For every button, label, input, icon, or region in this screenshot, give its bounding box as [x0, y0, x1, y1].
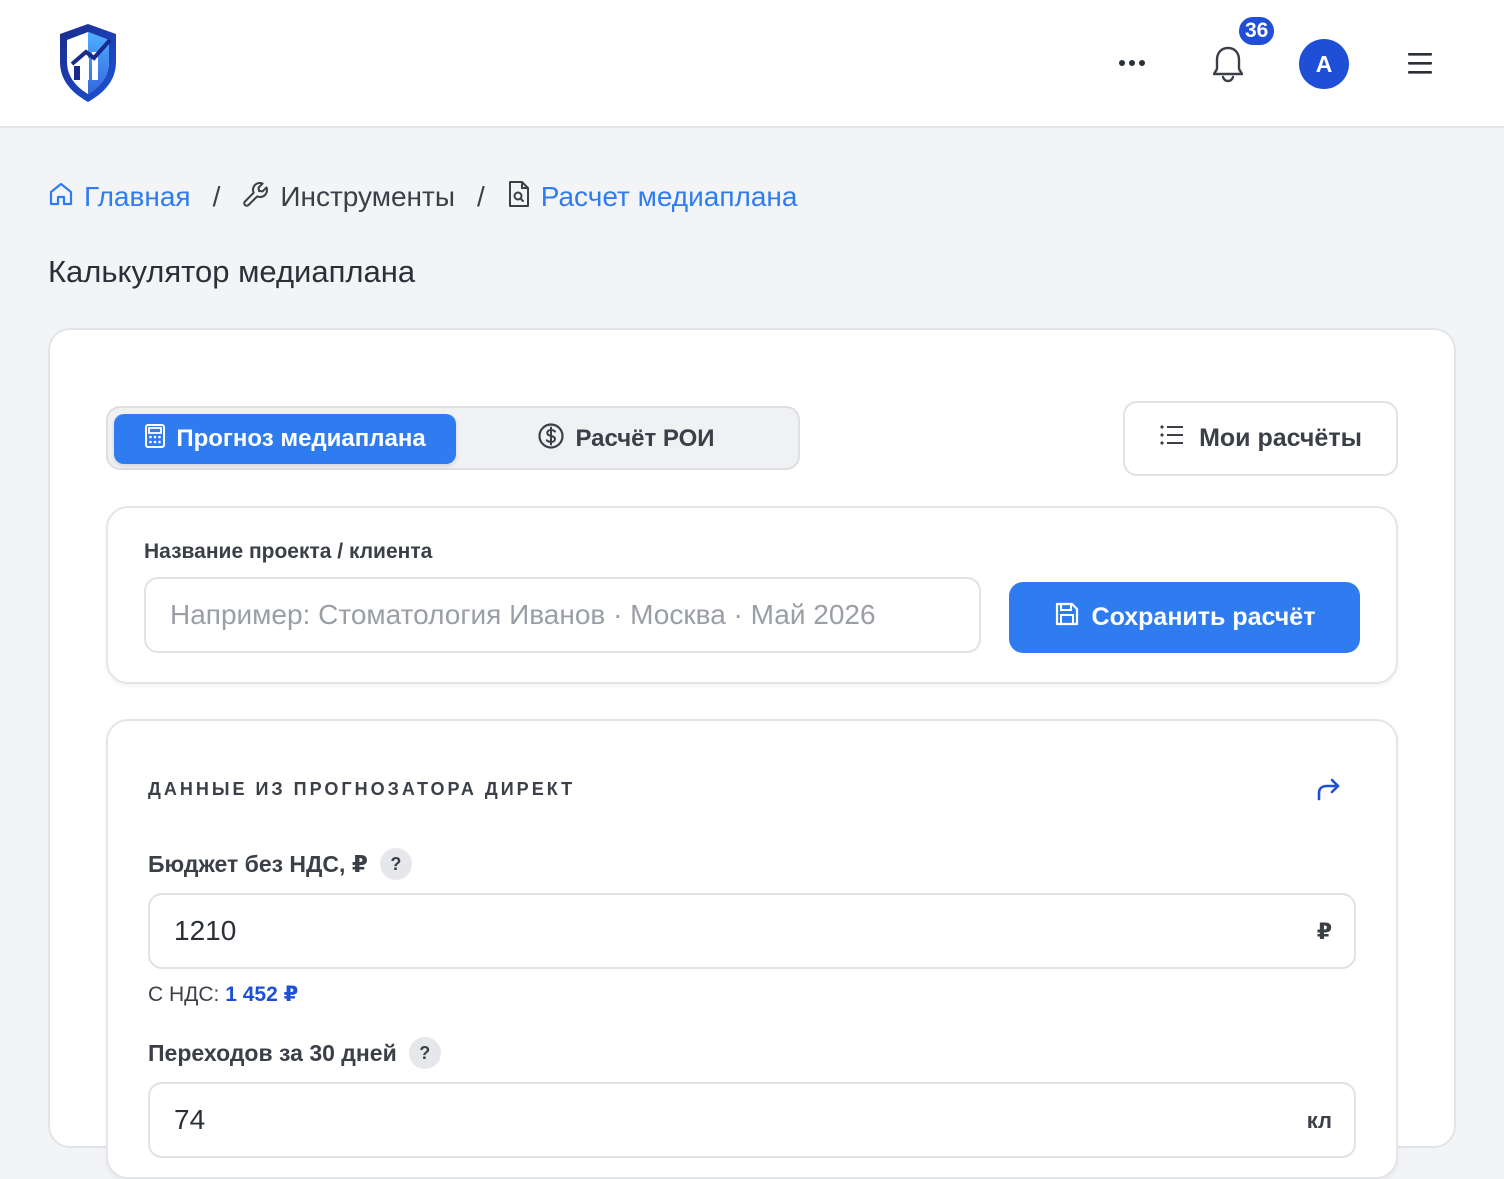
help-icon[interactable]: ? — [379, 848, 412, 880]
clicks-label: Переходов за 30 дней ? — [148, 1037, 441, 1069]
vat-value: 1 452 ₽ — [225, 983, 299, 1006]
budget-label-text: Бюджет без НДС, ₽ — [148, 850, 368, 877]
clicks-field: кл — [148, 1082, 1356, 1158]
tab-roi-label: Расчёт РОИ — [575, 425, 715, 452]
vat-label: С НДС: — [148, 983, 220, 1006]
project-name-label: Название проекта / клиента — [144, 540, 433, 563]
tab-roi[interactable]: Расчёт РОИ — [456, 414, 796, 464]
my-calculations-label: Мои расчёты — [1199, 424, 1362, 452]
tab-forecast[interactable]: Прогноз медиаплана — [114, 414, 456, 464]
hamburger-menu-icon[interactable] — [1396, 40, 1444, 86]
project-name-input[interactable] — [144, 577, 981, 653]
section-title: ДАННЫЕ ИЗ ПРОГНОЗАТОРА ДИРЕКТ — [148, 779, 576, 799]
clicks-input[interactable] — [150, 1084, 1354, 1156]
floppy-disk-icon — [1054, 601, 1080, 634]
notification-count-badge: 36 — [1236, 14, 1278, 48]
user-avatar[interactable]: A — [1299, 39, 1349, 89]
help-icon[interactable]: ? — [408, 1037, 441, 1069]
budget-label: Бюджет без НДС, ₽ ? — [148, 848, 412, 880]
budget-unit: ₽ — [1316, 919, 1332, 944]
breadcrumb-home[interactable]: Главная — [48, 181, 191, 214]
document-search-icon — [507, 180, 531, 215]
breadcrumb-tools[interactable]: Инструменты — [242, 180, 455, 215]
breadcrumb-current[interactable]: Расчет медиаплана — [507, 180, 798, 215]
clicks-unit: кл — [1306, 1108, 1332, 1133]
top-bar: 36 A — [0, 0, 1504, 128]
page-title: Калькулятор медиаплана — [48, 254, 416, 289]
list-icon — [1159, 424, 1185, 453]
calculator-icon — [144, 423, 166, 456]
home-icon — [48, 181, 74, 214]
breadcrumb-home-label: Главная — [84, 181, 191, 212]
more-options-icon[interactable] — [1108, 40, 1156, 86]
save-calculation-label: Сохранить расчёт — [1091, 603, 1316, 631]
mode-tabs: Прогноз медиаплана Расчёт РОИ — [106, 406, 800, 470]
tab-forecast-label: Прогноз медиаплана — [176, 425, 426, 452]
breadcrumb-current-label: Расчет медиаплана — [540, 181, 798, 212]
share-arrow-icon[interactable] — [1308, 772, 1348, 808]
vat-line: С НДС: 1 452 ₽ — [148, 982, 298, 1007]
clicks-label-text: Переходов за 30 дней — [148, 1039, 397, 1066]
breadcrumb: Главная / Инструменты / Расчет медиаплан… — [48, 176, 797, 218]
shield-chart-logo-icon[interactable] — [56, 22, 120, 104]
budget-field: ₽ — [148, 893, 1356, 969]
breadcrumb-tools-label: Инструменты — [280, 181, 455, 212]
my-calculations-button[interactable]: Мои расчёты — [1123, 401, 1398, 476]
notification-bell-icon[interactable] — [1204, 40, 1252, 88]
breadcrumb-separator: / — [212, 181, 221, 212]
breadcrumb-separator: / — [476, 181, 485, 212]
wrench-icon — [242, 180, 270, 215]
dollar-circle-icon — [537, 422, 565, 457]
budget-input[interactable] — [150, 895, 1354, 967]
save-calculation-button[interactable]: Сохранить расчёт — [1009, 582, 1360, 653]
